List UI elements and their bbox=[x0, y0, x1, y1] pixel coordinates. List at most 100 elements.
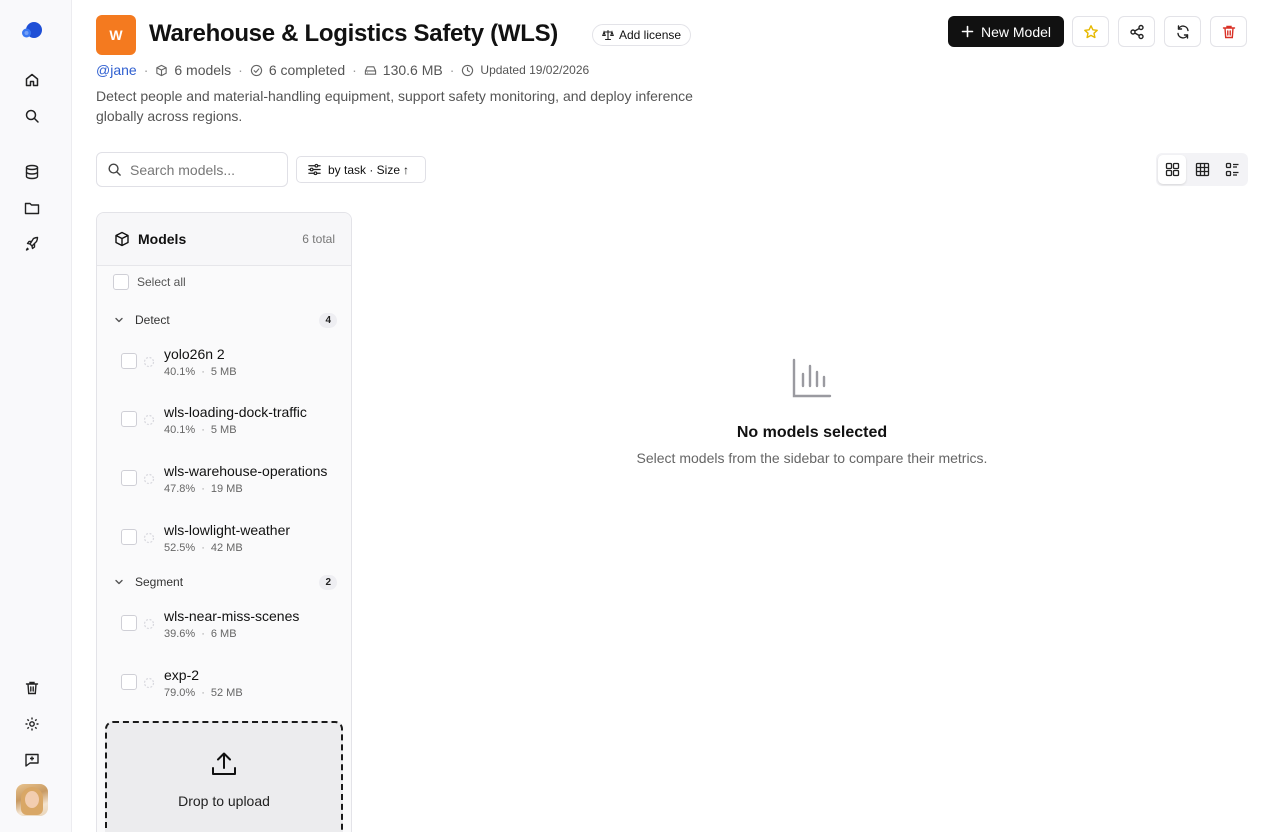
group-sort-button[interactable]: by task · Size ↑ bbox=[296, 156, 426, 183]
view-mode-toggle bbox=[1156, 153, 1248, 186]
list-view-button[interactable] bbox=[1218, 155, 1246, 184]
model-row-wls-lowlight-weather[interactable]: wls-lowlight-weather 52.5% · 42 MB bbox=[113, 513, 337, 561]
empty-state: No models selected Select models from th… bbox=[560, 356, 1064, 466]
storage-size: 130.6 MB bbox=[364, 62, 443, 78]
share-icon bbox=[1129, 24, 1144, 39]
add-license-label: Add license bbox=[619, 28, 682, 42]
chevron-down-icon bbox=[115, 317, 123, 323]
model-metric: 40.1% bbox=[164, 423, 196, 436]
model-checkbox[interactable] bbox=[121, 615, 137, 631]
user-avatar[interactable] bbox=[16, 784, 48, 816]
model-checkbox[interactable] bbox=[121, 529, 137, 545]
meta-separator: · bbox=[352, 62, 357, 78]
storage-size-label: 130.6 MB bbox=[382, 62, 443, 78]
home-icon[interactable] bbox=[20, 68, 44, 92]
model-checkbox[interactable] bbox=[121, 470, 137, 486]
model-size: 42 MB bbox=[210, 541, 243, 554]
models-total: 6 total bbox=[302, 232, 335, 246]
select-all-checkbox[interactable] bbox=[113, 274, 129, 290]
model-checkbox[interactable] bbox=[121, 674, 137, 690]
search-input[interactable] bbox=[130, 161, 270, 178]
group-count-badge: 2 bbox=[319, 574, 337, 590]
model-size: 5 MB bbox=[210, 365, 237, 378]
model-row-wls-warehouse-operations[interactable]: wls-warehouse-operations 47.8% · 19 MB bbox=[113, 454, 337, 502]
empty-state-title: No models selected bbox=[736, 424, 888, 441]
sort-ascending-icon: ↑ bbox=[403, 162, 410, 177]
search-box[interactable] bbox=[96, 152, 288, 187]
cube-icon bbox=[156, 64, 168, 76]
meta-separator: · bbox=[238, 62, 243, 78]
status-pending-icon bbox=[143, 531, 155, 544]
delete-project-button[interactable] bbox=[1210, 16, 1247, 47]
model-metric: 52.5% bbox=[164, 541, 196, 554]
models-count-label: 6 models bbox=[174, 62, 232, 78]
model-name: exp-2 bbox=[164, 666, 200, 683]
list-icon bbox=[1225, 162, 1238, 177]
select-all-label: Select all bbox=[137, 275, 186, 289]
empty-state-subtitle: Select models from the sidebar to compar… bbox=[636, 450, 988, 466]
add-license-button[interactable]: Add license bbox=[592, 24, 692, 46]
model-metric: 47.8% bbox=[164, 482, 196, 495]
check-circle-icon bbox=[250, 64, 263, 76]
model-checkbox[interactable] bbox=[121, 411, 137, 427]
bar-chart-icon bbox=[792, 358, 832, 398]
project-description: Detect people and material-handling equi… bbox=[96, 88, 693, 124]
chevron-down-icon bbox=[115, 579, 123, 585]
card-view-button[interactable] bbox=[1158, 155, 1186, 184]
feedback-message-icon[interactable] bbox=[20, 748, 44, 772]
model-size: 6 MB bbox=[210, 627, 237, 640]
models-count: 6 models bbox=[155, 62, 231, 78]
database-icon[interactable] bbox=[20, 160, 44, 184]
model-row-wls-near-miss-scenes[interactable]: wls-near-miss-scenes 39.6% · 6 MB bbox=[113, 599, 337, 647]
model-size: 52 MB bbox=[210, 686, 243, 699]
settings-gear-icon[interactable] bbox=[20, 712, 44, 736]
project-badge: W bbox=[96, 15, 136, 55]
refresh-button[interactable] bbox=[1164, 16, 1201, 47]
search-icon bbox=[108, 163, 121, 176]
meta-separator: · bbox=[143, 62, 149, 78]
model-name: wls-near-miss-scenes bbox=[164, 607, 300, 624]
scale-icon bbox=[602, 29, 614, 41]
new-model-button[interactable]: New Model bbox=[948, 16, 1064, 47]
status-pending-icon bbox=[143, 676, 155, 689]
model-name: wls-warehouse-operations bbox=[164, 462, 328, 479]
grid-2x2-icon bbox=[1165, 162, 1179, 177]
model-row-wls-loading-dock-traffic[interactable]: wls-loading-dock-traffic 40.1% · 5 MB bbox=[113, 395, 337, 443]
table-grid-icon bbox=[1195, 162, 1209, 177]
updated-date: Updated 19/02/2026 bbox=[461, 63, 589, 77]
project-meta: @jane · 6 models · 6 completed · 130.6 M… bbox=[96, 61, 589, 79]
table-view-button[interactable] bbox=[1188, 155, 1216, 184]
select-all-row[interactable]: Select all bbox=[113, 274, 186, 290]
models-panel-title: Models bbox=[138, 231, 187, 247]
trash-icon bbox=[1222, 25, 1235, 38]
app-logo-icon[interactable] bbox=[20, 20, 44, 42]
trash-icon[interactable] bbox=[20, 676, 44, 700]
model-row-exp-2[interactable]: exp-2 79.0% · 52 MB bbox=[113, 658, 337, 706]
favorite-button[interactable] bbox=[1072, 16, 1109, 47]
new-model-label: New Model bbox=[980, 23, 1052, 40]
page-title: Warehouse & Logistics Safety (WLS) bbox=[149, 20, 558, 47]
group-name: Detect bbox=[135, 313, 170, 327]
rocket-icon[interactable] bbox=[20, 232, 44, 256]
left-nav-rail bbox=[0, 0, 72, 832]
updated-label: Updated 19/02/2026 bbox=[480, 63, 590, 77]
folder-icon[interactable] bbox=[20, 196, 44, 220]
model-name: wls-loading-dock-traffic bbox=[164, 403, 307, 420]
search-icon[interactable] bbox=[20, 104, 44, 128]
owner-link[interactable]: @jane bbox=[96, 62, 137, 78]
model-size: 5 MB bbox=[210, 423, 237, 436]
group-segment-header[interactable]: Segment 2 bbox=[113, 571, 337, 593]
share-button[interactable] bbox=[1118, 16, 1155, 47]
model-checkbox[interactable] bbox=[121, 353, 137, 369]
model-name: yolo26n 2 bbox=[164, 345, 225, 362]
refresh-icon bbox=[1176, 24, 1189, 39]
group-count-badge: 4 bbox=[319, 312, 337, 328]
plus-icon bbox=[961, 25, 974, 38]
upload-dropzone[interactable]: Drop to upload bbox=[105, 721, 343, 832]
model-row-yolo26n-2[interactable]: yolo26n 2 40.1% · 5 MB bbox=[113, 337, 337, 385]
upload-icon bbox=[212, 752, 236, 775]
group-detect-header[interactable]: Detect 4 bbox=[113, 309, 337, 331]
hard-drive-icon bbox=[364, 65, 376, 75]
avatar-face bbox=[25, 791, 39, 808]
status-pending-icon bbox=[143, 355, 155, 368]
